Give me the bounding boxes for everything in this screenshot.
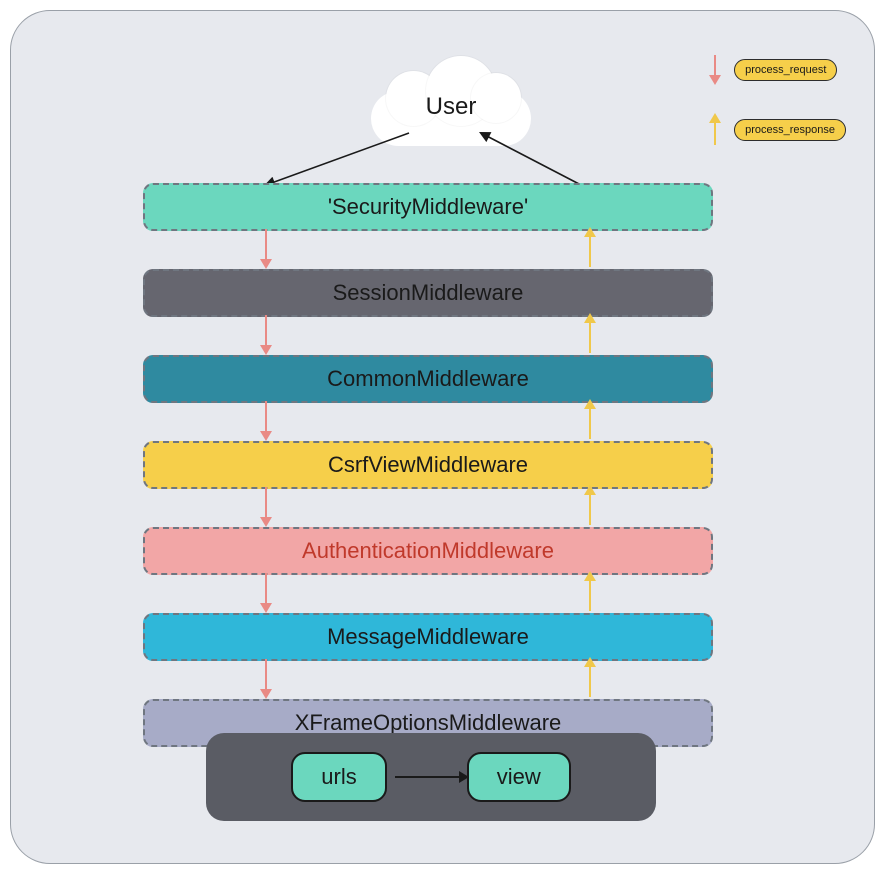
response-arrow-icon <box>589 401 591 439</box>
request-arrow-icon <box>265 315 267 353</box>
request-arrow-icon <box>265 573 267 611</box>
legend-response: process_response <box>706 113 846 147</box>
arrow-right-icon <box>395 776 467 778</box>
request-arrow-icon <box>265 487 267 525</box>
user-cloud: User <box>371 61 531 151</box>
response-arrow-icon <box>589 229 591 267</box>
response-arrow-icon <box>589 315 591 353</box>
middleware-label: MessageMiddleware <box>327 624 529 650</box>
response-arrow-icon <box>589 487 591 525</box>
diagram-frame: process_request process_response User <box>10 10 875 864</box>
request-arrow-icon <box>265 659 267 697</box>
legend-request: process_request <box>706 53 846 87</box>
backend-box: urls view <box>206 733 656 821</box>
urls-node: urls <box>291 752 386 802</box>
middleware-layer: AuthenticationMiddleware <box>143 527 713 575</box>
response-arrow-icon <box>589 659 591 697</box>
view-node: view <box>467 752 571 802</box>
middleware-layer: CsrfViewMiddleware <box>143 441 713 489</box>
legend-request-label: process_request <box>734 59 837 81</box>
request-arrow-icon <box>265 401 267 439</box>
middleware-layer: 'SecurityMiddleware' <box>143 183 713 231</box>
response-arrow-icon <box>589 573 591 611</box>
middleware-layer: CommonMiddleware <box>143 355 713 403</box>
legend: process_request process_response <box>706 53 846 147</box>
middleware-label: SessionMiddleware <box>333 280 524 306</box>
request-arrow-icon <box>265 229 267 267</box>
arrow-up-icon <box>706 113 724 147</box>
arrow-down-icon <box>706 53 724 87</box>
middleware-layer: SessionMiddleware <box>143 269 713 317</box>
middleware-stack: 'SecurityMiddleware' SessionMiddleware Com… <box>143 183 713 785</box>
middleware-layer: MessageMiddleware <box>143 613 713 661</box>
middleware-label: 'SecurityMiddleware' <box>328 194 528 220</box>
user-label: User <box>371 93 531 121</box>
middleware-label: AuthenticationMiddleware <box>302 538 554 564</box>
middleware-label: CommonMiddleware <box>327 366 529 392</box>
middleware-label: CsrfViewMiddleware <box>328 452 528 478</box>
legend-response-label: process_response <box>734 119 846 141</box>
